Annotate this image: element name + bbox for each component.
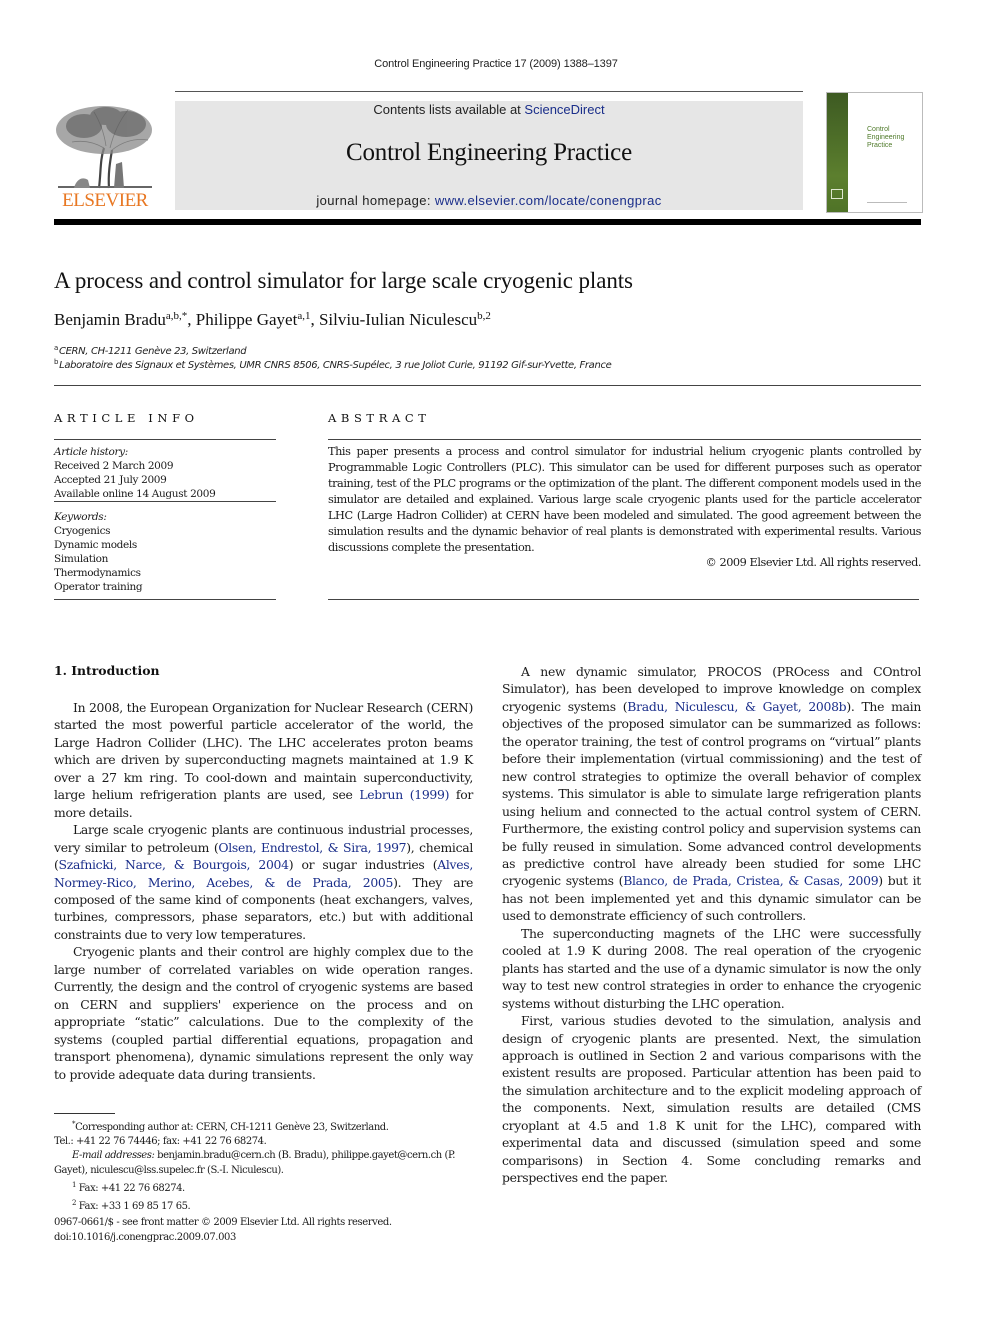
journal-title: Control Engineering Practice (346, 139, 632, 166)
footnote-text: Fax: +41 22 76 68274. (78, 1182, 185, 1194)
author-separator: , (187, 310, 196, 329)
citation-link[interactable]: Blanco, de Prada, Cristea, & Casas, 2009 (623, 873, 878, 888)
footnote-rule (54, 1113, 115, 1114)
citation-link[interactable]: Olsen, Endrestol, & Sira, 1997 (218, 840, 406, 855)
title-divider (54, 385, 921, 386)
affiliation-b: bLaboratoire des Signaux et Systèmes, UM… (54, 358, 612, 371)
affiliation-a: aCERN, CH-1211 Genève 23, Switzerland (54, 344, 247, 357)
paragraph-text: The superconducting magnets of the LHC w… (502, 925, 921, 1011)
paragraph-text: Cryogenic plants and their control are h… (54, 944, 473, 1082)
abstract-copyright: © 2009 Elsevier Ltd. All rights reserved… (705, 556, 921, 569)
affiliation-mark: b (54, 358, 59, 366)
info-divider (54, 501, 276, 502)
masthead-bottom-rule (54, 219, 921, 225)
keywords-label: Keywords: (54, 511, 107, 523)
footnote-text: Fax: +33 1 69 85 17 65. (78, 1201, 191, 1213)
body-paragraph: Large scale cryogenic plants are continu… (54, 821, 473, 943)
body-column-right: A new dynamic simulator, PROCOS (PROcess… (502, 663, 921, 1187)
history-label: Article history: (54, 446, 128, 458)
cover-footer-line (867, 202, 907, 203)
homepage-prefix: journal homepage: (316, 193, 435, 208)
keyword-item: Operator training (54, 581, 143, 593)
footnote-corresponding: *Corresponding author at: CERN, CH-1211 … (54, 1117, 474, 1135)
history-accepted: Accepted 21 July 2009 (54, 474, 167, 486)
abstract-text: This paper presents a process and contro… (328, 445, 921, 554)
info-divider (54, 599, 276, 600)
section-heading-introduction: 1. Introduction (54, 663, 160, 678)
body-paragraph: A new dynamic simulator, PROCOS (PROcess… (502, 663, 921, 925)
paragraph-text: First, various studies devoted to the si… (502, 1013, 921, 1186)
footnote-1: 1 Fax: +41 22 76 68274. (54, 1178, 474, 1196)
author-name[interactable]: Philippe Gayet (196, 310, 298, 329)
article-history: Article history: Received 2 March 2009 A… (54, 445, 279, 501)
body-paragraph: First, various studies devoted to the si… (502, 1012, 921, 1187)
keyword-item: Dynamic models (54, 539, 137, 551)
journal-masthead: Contents lists available at ScienceDirec… (175, 101, 803, 210)
body-column-left: In 2008, the European Organization for N… (54, 699, 473, 1083)
footnote-text: Corresponding author at: CERN, CH-1211 G… (75, 1122, 389, 1133)
footnote-tel: Tel.: +41 22 76 74446; fax: +41 22 76 68… (54, 1136, 267, 1148)
keyword-item: Thermodynamics (54, 567, 141, 579)
affiliation-mark: a (54, 344, 58, 352)
author-marks[interactable]: a,b,* (166, 310, 187, 322)
email-label: E-mail addresses: (72, 1150, 155, 1162)
journal-homepage-link[interactable]: www.elsevier.com/locate/conengprac (435, 193, 662, 208)
info-divider (54, 439, 276, 440)
homepage-line: journal homepage: www.elsevier.com/locat… (175, 193, 803, 208)
article-info-heading: ARTICLE INFO (54, 411, 199, 425)
contents-prefix: Contents lists available at (373, 102, 525, 117)
issn-line: 0967-0661/$ - see front matter © 2009 El… (54, 1217, 392, 1228)
cover-title: Control Engineering Practice (867, 126, 905, 149)
footnote-emails: E-mail addresses: benjamin.bradu@cern.ch… (54, 1149, 474, 1177)
doi-line[interactable]: doi:10.1016/j.conengprac.2009.07.003 (54, 1231, 392, 1246)
elsevier-wordmark: ELSEVIER (62, 190, 148, 211)
body-paragraph: Cryogenic plants and their control are h… (54, 943, 473, 1083)
paragraph-text: ) or sugar industries ( (288, 857, 438, 873)
keyword-item: Simulation (54, 553, 109, 565)
journal-cover-thumbnail[interactable]: Control Engineering Practice (826, 92, 923, 213)
elsevier-logo[interactable]: ELSEVIER (54, 102, 156, 212)
cover-logo-icon (831, 189, 843, 199)
abstract-divider (328, 599, 919, 600)
author-name[interactable]: Benjamin Bradu (54, 310, 166, 329)
affiliation-text: CERN, CH-1211 Genève 23, Switzerland (58, 346, 247, 357)
history-online: Available online 14 August 2009 (54, 488, 216, 500)
author-name[interactable]: Silviu-Iulian Niculescu (319, 310, 477, 329)
masthead-top-rule (175, 91, 803, 92)
body-paragraph: The superconducting magnets of the LHC w… (502, 925, 921, 1012)
author-marks[interactable]: b,2 (477, 310, 491, 322)
footnotes: *Corresponding author at: CERN, CH-1211 … (54, 1117, 474, 1214)
author-separator: , (310, 310, 319, 329)
issn-block: 0967-0661/$ - see front matter © 2009 El… (54, 1216, 392, 1245)
citation-link[interactable]: Bradu, Niculescu, & Gayet, 2008b (627, 699, 846, 714)
tree-logo-icon (56, 106, 152, 189)
keyword-item: Cryogenics (54, 525, 111, 537)
footnote-mark: 2 (72, 1199, 77, 1208)
keywords: Keywords: Cryogenics Dynamic models Simu… (54, 510, 279, 594)
contents-line: Contents lists available at ScienceDirec… (175, 102, 803, 117)
paragraph-text: ). The main objectives of the proposed s… (502, 698, 921, 889)
abstract-divider (328, 439, 921, 440)
history-received: Received 2 March 2009 (54, 460, 174, 472)
abstract-heading: ABSTRACT (328, 411, 431, 425)
footnote-2: 2 Fax: +33 1 69 85 17 65. (54, 1196, 474, 1214)
sciencedirect-link[interactable]: ScienceDirect (524, 102, 604, 117)
citation-link[interactable]: Szafnicki, Narce, & Bourgois, 2004 (59, 857, 289, 872)
body-paragraph: In 2008, the European Organization for N… (54, 699, 473, 821)
running-head: Control Engineering Practice 17 (2009) 1… (374, 58, 618, 70)
author-list: Benjamin Bradua,b,*, Philippe Gayeta,1, … (54, 310, 491, 330)
citation-link[interactable]: Lebrun (1999) (359, 787, 449, 802)
article-title: A process and control simulator for larg… (54, 268, 633, 293)
footnote-mark: 1 (72, 1180, 77, 1189)
affiliation-text: Laboratoire des Signaux et Systèmes, UMR… (59, 360, 612, 371)
author-marks[interactable]: a,1 (297, 310, 310, 322)
